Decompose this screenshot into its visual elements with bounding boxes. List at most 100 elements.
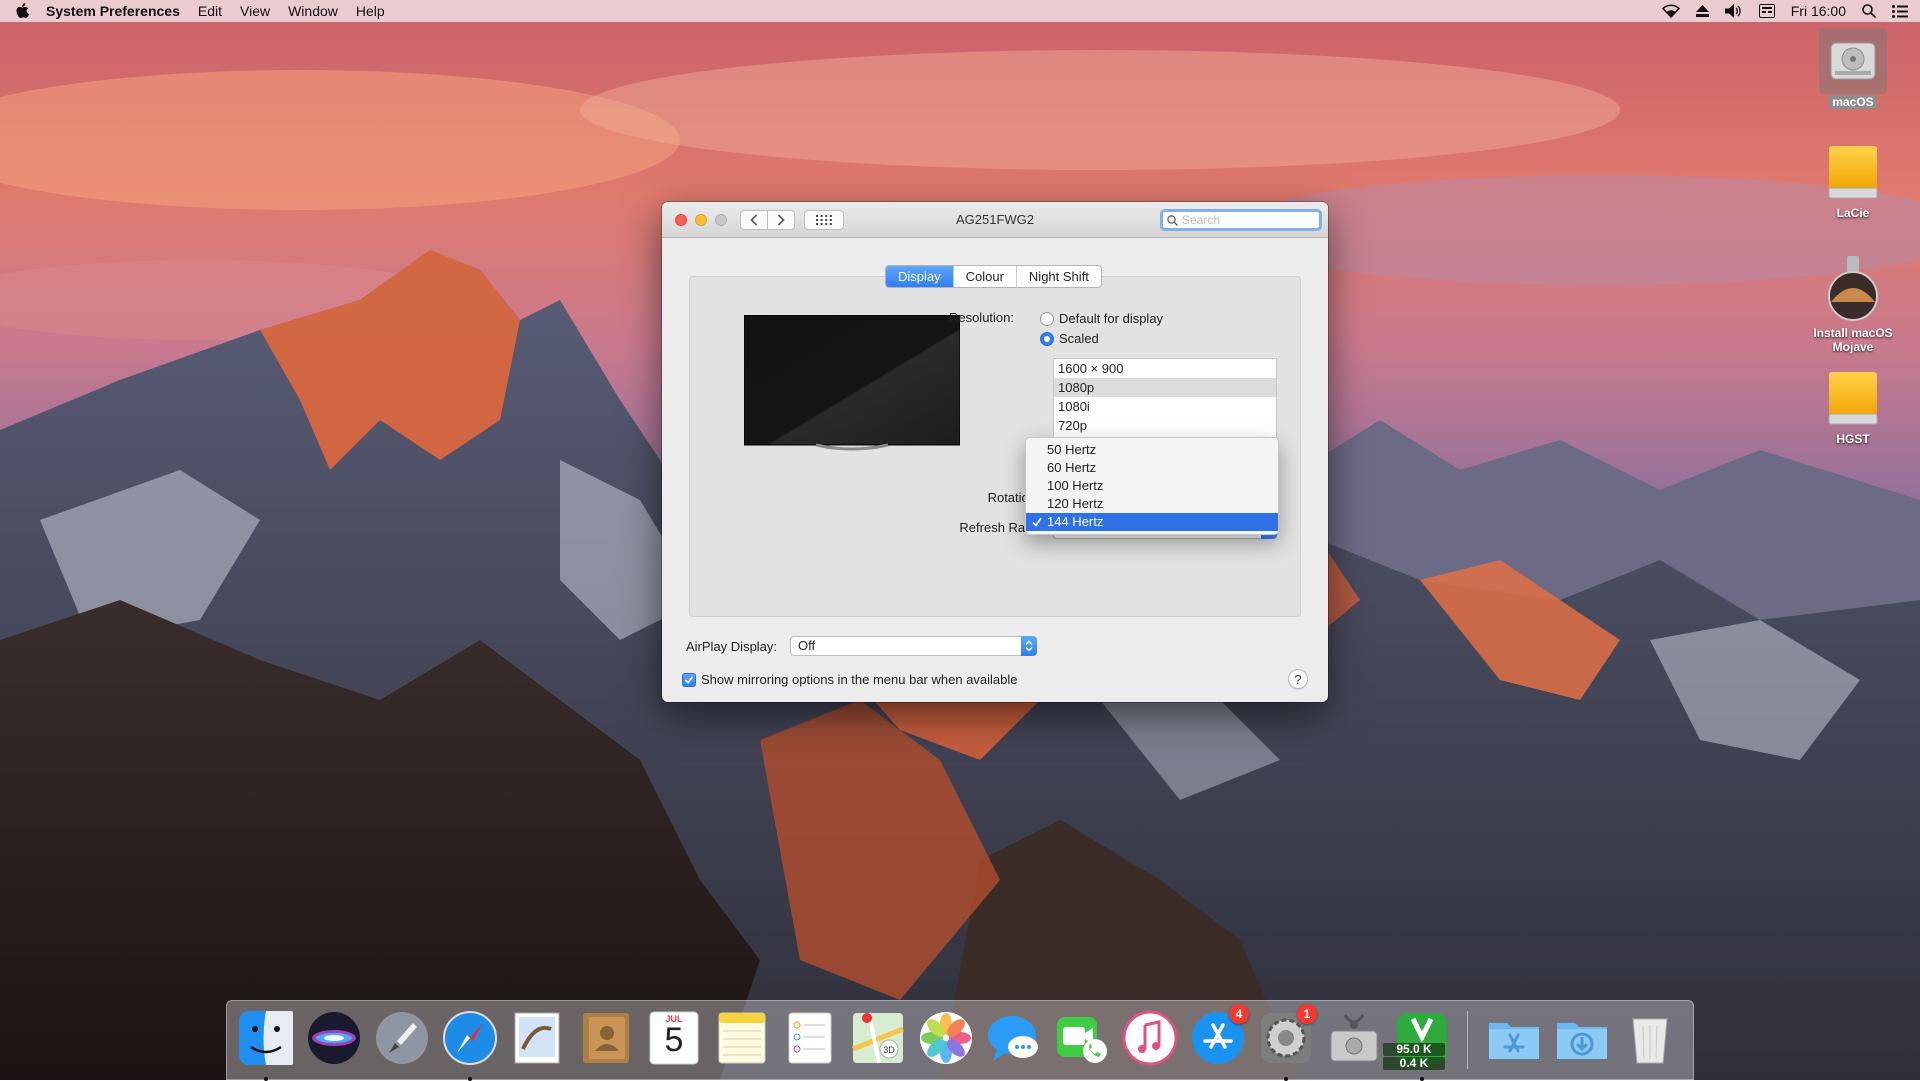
resolution-label: Resolution:: [948, 310, 1014, 325]
refresh-rate-option[interactable]: 60 Hertz: [1026, 459, 1278, 477]
notification-center-icon[interactable]: [1892, 4, 1908, 18]
resolution-option[interactable]: 1600 × 900: [1054, 359, 1276, 378]
dock-item-facetime[interactable]: [1053, 1009, 1111, 1067]
dock-item-safari[interactable]: [441, 1009, 499, 1081]
tab-colour[interactable]: Colour: [954, 266, 1017, 287]
menu-help[interactable]: Help: [356, 3, 385, 19]
keyboard-layout-icon[interactable]: [1758, 4, 1775, 18]
search-input[interactable]: [1180, 212, 1314, 228]
running-indicator: [1284, 1077, 1288, 1081]
menu-item-label: 100 Hertz: [1047, 478, 1104, 493]
running-indicator: [264, 1077, 268, 1081]
itunes-icon: [1122, 1010, 1178, 1066]
trash-icon: [1632, 1018, 1668, 1064]
dock-item-itunes[interactable]: [1121, 1009, 1179, 1067]
dock-item-applications-folder[interactable]: [1485, 1009, 1543, 1067]
close-window-button[interactable]: [675, 214, 687, 226]
radio-default-for-display[interactable]: Default for display: [1040, 311, 1163, 326]
dock-item-app-store[interactable]: 4: [1189, 1004, 1249, 1067]
radio-button[interactable]: [1040, 311, 1054, 326]
search-field[interactable]: [1160, 209, 1322, 231]
menu-app-name[interactable]: System Preferences: [46, 3, 180, 19]
desktop-icon-macos[interactable]: macOS: [1798, 28, 1908, 109]
desktop-icon-label: HGST: [1836, 432, 1870, 446]
notes-icon: [718, 1012, 766, 1064]
dock-item-system-preferences[interactable]: 1: [1257, 1004, 1317, 1081]
refresh-rate-option[interactable]: 120 Hertz: [1026, 495, 1278, 513]
mirroring-checkbox[interactable]: [682, 672, 696, 687]
airplay-display-value: Off: [798, 638, 816, 653]
dock-item-disk-utility[interactable]: [1325, 1009, 1383, 1067]
spotlight-search-icon[interactable]: [1862, 4, 1876, 18]
maps-icon: 3D: [852, 1012, 904, 1064]
desktop-icon-install-macos-mojave[interactable]: Install macOS Mojave: [1798, 254, 1908, 354]
menu-view[interactable]: View: [240, 3, 270, 19]
dock-item-mail[interactable]: [509, 1009, 567, 1067]
tab-display[interactable]: Display: [886, 266, 954, 287]
dock-item-siri[interactable]: [305, 1009, 363, 1067]
desktop-icon-label: macOS: [1829, 95, 1877, 109]
facetime-icon: [1057, 1017, 1107, 1063]
dock-item-contacts[interactable]: [577, 1009, 635, 1067]
eject-icon[interactable]: [1695, 5, 1709, 17]
menu-item-label: 60 Hertz: [1047, 460, 1097, 475]
reminders-icon: [788, 1012, 832, 1064]
installer-icon: [1828, 256, 1878, 321]
mirroring-label: Show mirroring options in the menu bar w…: [701, 672, 1018, 687]
desktop-icon-lacie[interactable]: LaCie: [1798, 140, 1908, 220]
search-icon: [1167, 214, 1178, 226]
hard-drive-icon: [1819, 28, 1887, 94]
dock-item-launchpad[interactable]: [373, 1009, 431, 1067]
dock-item-photos[interactable]: [917, 1009, 975, 1067]
volume-icon[interactable]: [1724, 4, 1743, 18]
mirroring-option-row[interactable]: Show mirroring options in the menu bar w…: [682, 672, 1018, 687]
menu-edit[interactable]: Edit: [198, 3, 222, 19]
radio-scaled[interactable]: Scaled: [1040, 331, 1099, 346]
apple-menu-icon[interactable]: [12, 0, 32, 22]
display-preferences-window: AG251FWG2 Display Colour Night Shift Res…: [662, 202, 1328, 702]
help-button[interactable]: ?: [1288, 669, 1308, 689]
refresh-rate-option[interactable]: 50 Hertz: [1026, 441, 1278, 459]
airplay-display-popup[interactable]: Off: [790, 636, 1037, 656]
airplay-display-label: AirPlay Display:: [686, 639, 778, 654]
wifi-icon[interactable]: [1661, 4, 1680, 18]
menu-item-label: 50 Hertz: [1047, 442, 1097, 457]
show-all-button[interactable]: [804, 210, 844, 230]
dock-item-finder[interactable]: [237, 1009, 295, 1081]
refresh-rate-option-selected[interactable]: 144 Hertz: [1026, 513, 1278, 531]
finder-icon: [239, 1011, 293, 1065]
forward-button[interactable]: [767, 210, 795, 230]
dock-item-calendar[interactable]: JUL 5: [645, 1009, 703, 1067]
minimize-window-button[interactable]: [695, 214, 707, 226]
back-button[interactable]: [740, 210, 768, 230]
refresh-rate-label: Refresh Rate: [959, 520, 1036, 535]
desktop-icon-hgst[interactable]: HGST: [1798, 366, 1908, 446]
dock-item-reminders[interactable]: [781, 1009, 839, 1067]
resolution-option[interactable]: 1080p: [1054, 378, 1276, 397]
grid-icon: [816, 215, 832, 225]
messages-icon: [988, 1016, 1038, 1061]
tab-night-shift[interactable]: Night Shift: [1017, 266, 1101, 287]
refresh-rate-menu: 50 Hertz 60 Hertz 100 Hertz 120 Hertz 14…: [1025, 437, 1279, 535]
notification-badge: 1: [1297, 1004, 1317, 1024]
dock-item-notes[interactable]: [713, 1009, 771, 1067]
zoom-window-button[interactable]: [715, 214, 727, 226]
dock-item-messages[interactable]: [985, 1009, 1043, 1067]
photos-icon: [920, 1012, 972, 1064]
dock-item-trash[interactable]: [1621, 1009, 1679, 1067]
dock: JUL 5 3D 4 1: [226, 1000, 1694, 1081]
network-download-rate: 0.4 K: [1383, 1057, 1445, 1070]
menu-clock[interactable]: Fri 16:00: [1791, 3, 1846, 19]
external-drive-icon: [1828, 372, 1878, 425]
menu-window[interactable]: Window: [288, 3, 338, 19]
radio-button[interactable]: [1040, 331, 1054, 346]
resolution-option[interactable]: 1080i: [1054, 397, 1276, 416]
dock-item-downloads-folder[interactable]: [1553, 1009, 1611, 1067]
running-indicator: [1420, 1077, 1424, 1081]
external-drive-icon: [1828, 146, 1878, 199]
window-titlebar[interactable]: AG251FWG2: [662, 202, 1328, 238]
resolution-option[interactable]: 720p: [1054, 416, 1276, 435]
refresh-rate-option[interactable]: 100 Hertz: [1026, 477, 1278, 495]
dock-separator: [1467, 1011, 1468, 1069]
dock-item-maps[interactable]: 3D: [849, 1009, 907, 1067]
